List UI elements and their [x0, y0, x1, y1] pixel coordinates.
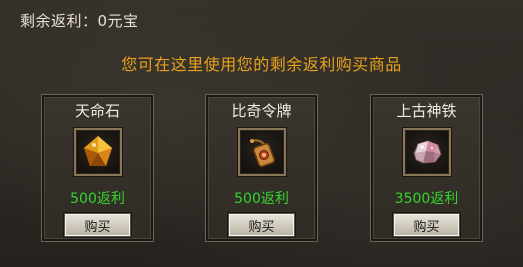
buy-button[interactable]: 购买	[228, 213, 295, 237]
ancient-iron-ore-icon	[413, 140, 442, 164]
buy-button[interactable]: 购买	[64, 213, 131, 237]
item-name: 天命石	[74, 102, 120, 120]
buy-button[interactable]: 购买	[393, 213, 460, 237]
item-price: 500返利	[234, 191, 289, 207]
shop-item-card-3: 上古神铁 3500返利 购买	[370, 94, 483, 242]
shop-item-card-2: 比奇令牌 500返利 购买	[205, 94, 318, 242]
shop-hint: 您可在这里使用您的剩余返利购买商品	[121, 55, 402, 74]
bichi-token-icon	[250, 139, 275, 168]
item-price: 3500返利	[394, 191, 459, 207]
item-slot[interactable]	[403, 128, 451, 176]
rebate-value: 0元宝	[97, 12, 139, 30]
item-slot[interactable]	[74, 128, 122, 176]
item-price: 500返利	[70, 191, 125, 207]
rebate-label: 剩余返利：	[20, 12, 98, 30]
amber-stone-icon	[84, 136, 112, 166]
item-name: 上古神铁	[396, 102, 457, 120]
item-slot[interactable]	[238, 128, 286, 176]
shop-item-card-1: 天命石 500返利 购买	[41, 94, 154, 242]
rebate-balance: 剩余返利：0元宝	[20, 10, 139, 31]
item-name: 比奇令牌	[231, 102, 292, 120]
